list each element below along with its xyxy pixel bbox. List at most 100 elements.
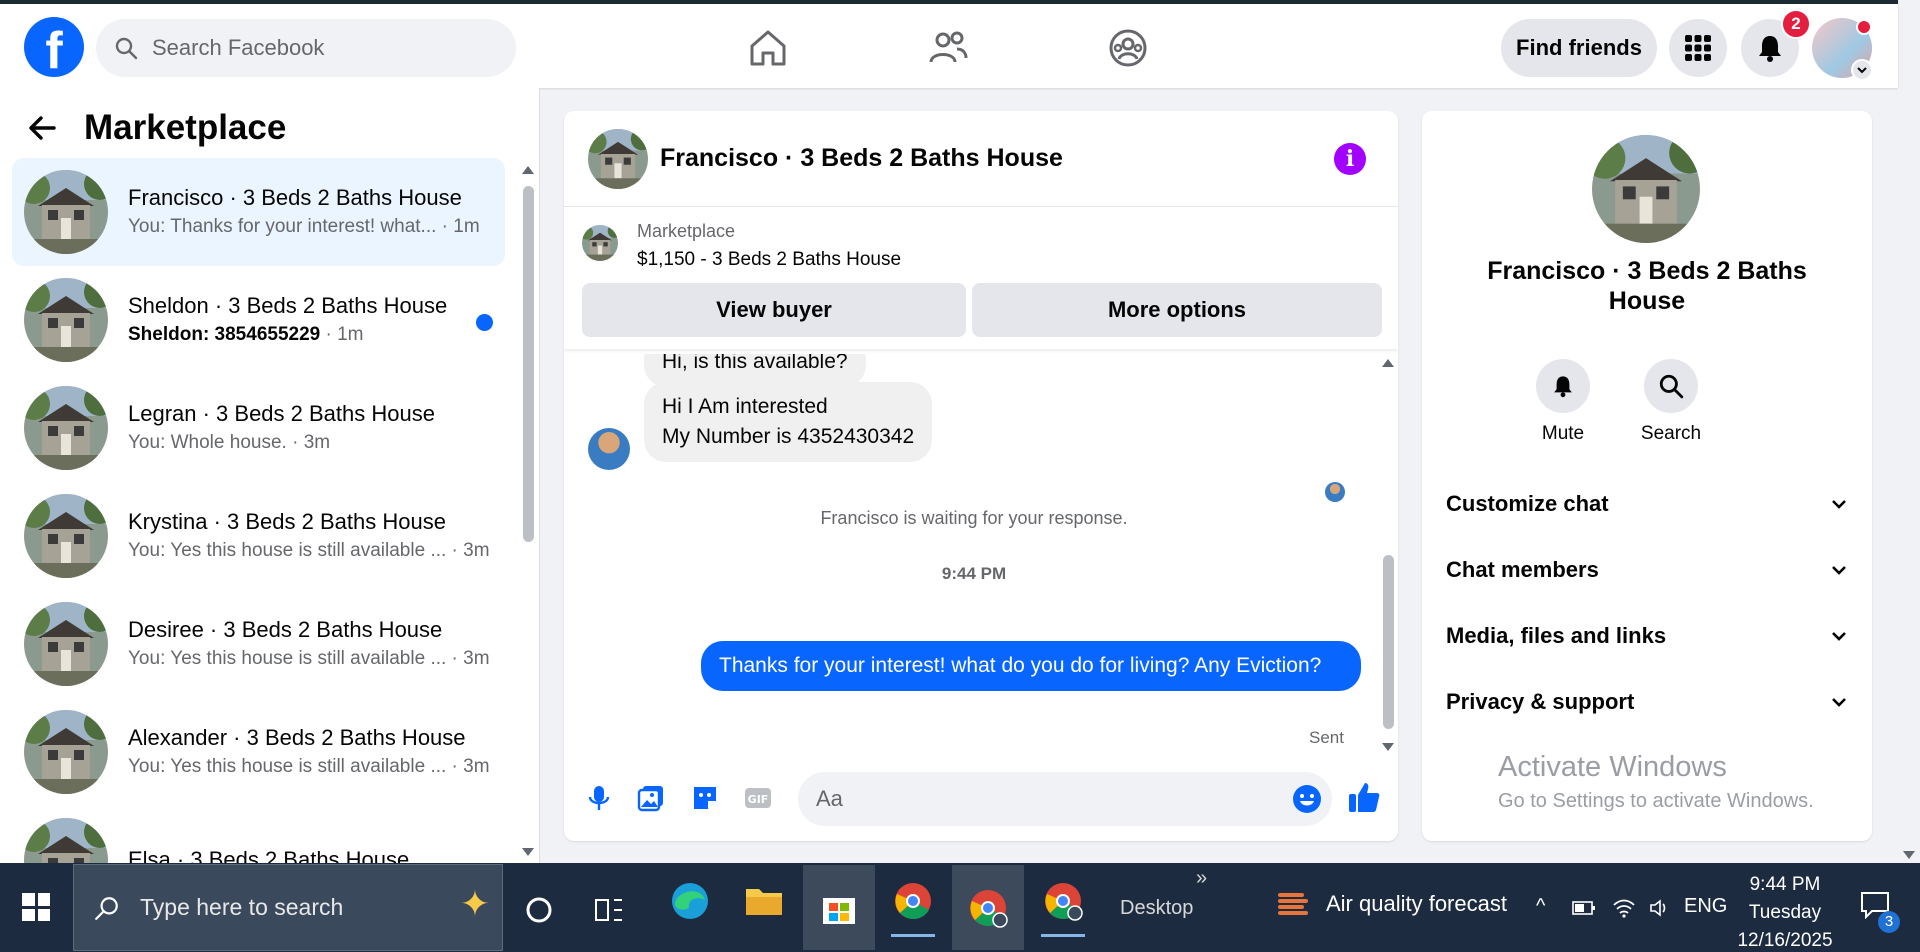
marketplace-sidebar: Marketplace Francisco · 3 Beds 2 Baths H… (0, 88, 540, 863)
chat-listing-avatar[interactable] (588, 128, 648, 189)
chrome-profile-icon[interactable] (952, 865, 1024, 950)
listing-large-avatar[interactable] (1592, 135, 1700, 243)
conversation-preview-line: You: Yes this house is still available .… (128, 756, 490, 777)
scroll-down-arrow[interactable] (522, 848, 534, 856)
gif-icon[interactable]: GIF (743, 783, 773, 813)
conversation-item[interactable]: Elsa · 3 Beds 2 Baths House (12, 806, 505, 863)
scroll-up-arrow[interactable] (1382, 359, 1394, 367)
task-view-icon[interactable] (584, 885, 634, 935)
windows-start-icon[interactable] (22, 893, 50, 921)
conversation-text: Legran · 3 Beds 2 Baths House You: Whole … (128, 399, 483, 457)
clock-date: 12/16/2025 (1737, 930, 1833, 951)
emoji-icon[interactable] (1292, 784, 1322, 814)
chevron-down-icon (1832, 500, 1846, 509)
message-input[interactable]: Aa (798, 772, 1332, 826)
conversation-preview-line: You: Thanks for your interest! what... ·… (128, 216, 480, 237)
watermark-title: Activate Windows (1498, 751, 1727, 783)
chrome-icon[interactable] (887, 875, 939, 937)
wifi-icon[interactable] (1612, 897, 1636, 919)
file-explorer-icon[interactable] (738, 875, 790, 927)
more-options-button[interactable]: More options (972, 283, 1382, 337)
house-photo (582, 225, 618, 261)
house-photo (24, 386, 108, 470)
sidebar-scroll-thumb[interactable] (523, 186, 534, 542)
sidebar-scrollbar[interactable] (520, 166, 536, 856)
scroll-up-arrow[interactable] (522, 166, 534, 174)
bell-icon (1554, 376, 1572, 398)
conversation-avatar (24, 818, 108, 863)
conversation-text: Elsa · 3 Beds 2 Baths House (128, 845, 483, 863)
conversation-preview: Sheldon: 3854655229 (128, 324, 321, 345)
customize-chat-section[interactable]: Customize chat (1446, 484, 1848, 524)
weather-widget[interactable]: Air quality forecast (1276, 887, 1507, 921)
menu-button[interactable] (1669, 19, 1727, 77)
conversation-item[interactable]: Desiree · 3 Beds 2 Baths House You: Yes t… (12, 590, 505, 698)
conversation-title: Legran · 3 Beds 2 Baths House (128, 401, 435, 426)
conversation-preview: You: Yes this house is still available .… (128, 648, 447, 669)
photo-gallery-icon[interactable] (636, 783, 666, 813)
scroll-down-arrow[interactable] (1382, 743, 1394, 751)
weather-label: Air quality forecast (1326, 891, 1507, 916)
conversation-item[interactable]: Alexander · 3 Beds 2 Baths House You: Yes… (12, 698, 505, 806)
battery-icon[interactable] (1572, 899, 1596, 917)
sticker-icon[interactable] (690, 783, 720, 813)
privacy-support-section[interactable]: Privacy & support (1446, 682, 1848, 722)
scroll-down-arrow[interactable] (1903, 851, 1915, 859)
svg-text:GIF: GIF (748, 793, 769, 806)
info-icon[interactable]: i (1334, 143, 1366, 175)
message-timestamp: 9:44 PM (941, 564, 1007, 583)
conversation-text: Alexander · 3 Beds 2 Baths House You: Yes… (128, 723, 490, 781)
desktop-toolbar-label[interactable]: Desktop (1120, 897, 1193, 920)
microsoft-store-icon[interactable] (803, 865, 875, 950)
conversation-preview: You: Yes this house is still available .… (128, 540, 447, 561)
conversation-preview: You: Yes this house is still available .… (128, 756, 447, 777)
find-friends-button[interactable]: Find friends (1501, 19, 1657, 77)
profile-status-dot (1856, 19, 1872, 35)
listing-thumbnail[interactable] (582, 225, 618, 261)
system-clock[interactable]: 9:44 PM Tuesday 12/16/2025 (1720, 871, 1850, 952)
sparkle-icon: ✦ (459, 883, 490, 924)
chat-scroll-thumb[interactable] (1383, 555, 1394, 729)
chat-scrollbar[interactable] (1380, 359, 1396, 751)
cortana-icon[interactable] (514, 885, 564, 935)
conversation-item[interactable]: Francisco · 3 Beds 2 Baths House You: Tha… (12, 158, 505, 266)
conversation-preview: You: Thanks for your interest! what... (128, 216, 437, 237)
mute-action[interactable]: Mute (1513, 359, 1613, 445)
listing-price-title[interactable]: $1,150 - 3 Beds 2 Baths House (637, 249, 901, 271)
chat-members-section[interactable]: Chat members (1446, 550, 1848, 590)
conversation-item[interactable]: Legran · 3 Beds 2 Baths House You: Whole … (12, 374, 505, 482)
view-buyer-button[interactable]: View buyer (582, 283, 966, 337)
house-photo (1592, 135, 1700, 243)
conversation-item[interactable]: Krystina · 3 Beds 2 Baths House You: Yes … (12, 482, 505, 590)
back-arrow-icon[interactable] (26, 112, 58, 144)
conversation-list: Francisco · 3 Beds 2 Baths House You: Tha… (12, 158, 505, 863)
buyer-avatar[interactable] (588, 428, 630, 470)
conversation-title: Desiree · 3 Beds 2 Baths House (128, 617, 443, 642)
home-icon[interactable] (746, 26, 790, 70)
friends-icon[interactable] (926, 26, 970, 70)
toolbar-overflow-chevron[interactable]: » (1196, 867, 1207, 890)
facebook-logo[interactable]: f (24, 17, 84, 77)
chrome-profile-icon[interactable] (1037, 875, 1089, 937)
house-photo (588, 128, 648, 189)
taskbar-search-box[interactable]: Type here to search ✦ (73, 864, 503, 951)
edge-icon[interactable] (664, 875, 716, 927)
thumbs-up-icon[interactable] (1346, 779, 1382, 815)
chevron-down-icon (1832, 566, 1846, 575)
message-thread: Hi, is this available? Hi I Am intereste… (564, 354, 1384, 754)
speaker-icon[interactable] (1648, 897, 1670, 919)
show-hidden-icons-caret[interactable]: ^ (1536, 895, 1545, 918)
listing-source-label: Marketplace (637, 221, 736, 241)
media-files-links-section[interactable]: Media, files and links (1446, 616, 1848, 656)
conversation-item[interactable]: Sheldon · 3 Beds 2 Baths House Sheldon: 3… (12, 266, 505, 374)
chat-title[interactable]: Francisco · 3 Beds 2 Baths House (660, 144, 1063, 173)
groups-icon[interactable] (1106, 26, 1150, 70)
search-in-chat-action[interactable]: Search (1621, 359, 1721, 445)
windows-taskbar: Type here to search ✦ Desktop » Air qual… (0, 863, 1920, 952)
account-menu-toggle[interactable] (1851, 59, 1873, 81)
section-label: Media, files and links (1446, 623, 1667, 648)
facebook-search-box[interactable]: Search Facebook (96, 19, 516, 77)
page-scrollbar[interactable] (1898, 88, 1920, 863)
chevron-down-icon (1857, 67, 1867, 74)
microphone-icon[interactable] (584, 783, 614, 813)
